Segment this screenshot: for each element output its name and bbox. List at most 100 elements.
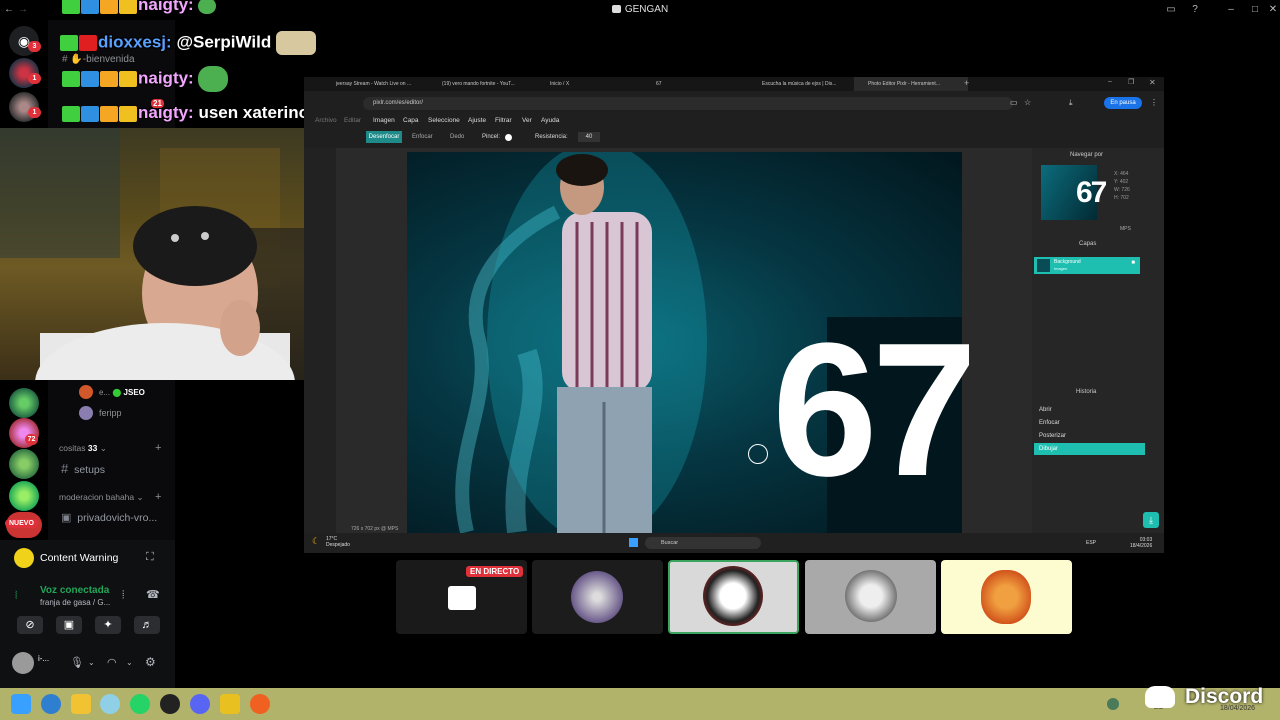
browser-tab[interactable]: Escucha la música de ejxs | Dis...	[748, 77, 862, 91]
zoom-value[interactable]: MPS	[1120, 226, 1131, 232]
menu-capa[interactable]: Capa	[403, 117, 419, 124]
kick-badge-icon	[62, 0, 80, 14]
history-item[interactable]: Posterizar	[1034, 430, 1145, 442]
whatsapp-icon[interactable]	[130, 694, 150, 714]
help-icon[interactable]: ?	[1188, 3, 1202, 17]
member-item[interactable]: e... ⬤ JSEO	[99, 388, 145, 397]
tray-icon[interactable]	[1107, 698, 1119, 710]
server-icon[interactable]	[9, 388, 39, 418]
member-item[interactable]: feripp	[99, 408, 122, 418]
add-channel-icon[interactable]: +	[155, 442, 161, 454]
browser-close-icon[interactable]: ✕	[1149, 78, 1156, 87]
kick-badge-icon	[62, 71, 80, 87]
chevron-down-icon[interactable]: ⌄	[88, 658, 95, 667]
close-icon[interactable]: ✕	[1266, 3, 1280, 17]
game-settings-icon[interactable]: ⛶	[146, 551, 154, 564]
headphones-icon[interactable]: ◠	[107, 656, 117, 669]
nav-w: W: 726	[1114, 187, 1130, 193]
discord-logo-icon	[1145, 686, 1175, 708]
menu-ayuda[interactable]: Ayuda	[541, 117, 559, 124]
chevron-down-icon: ⌄	[136, 492, 144, 502]
layer-type: Imagen	[1054, 266, 1068, 271]
microphone-icon[interactable]: 🎙	[70, 656, 84, 669]
screen-share-button[interactable]: ▣	[56, 616, 82, 634]
browser-tab[interactable]: jeersay Stream - Watch Live on ...	[322, 77, 436, 91]
inbox-icon[interactable]: ▭	[1164, 3, 1178, 17]
channel-privadovich[interactable]: ▣ privadovich-vro...	[61, 511, 157, 524]
activities-button[interactable]: ✦	[95, 616, 121, 634]
screen-icon[interactable]: ▭	[1010, 98, 1018, 107]
noise-icon[interactable]: ⦙	[122, 589, 124, 602]
tool-mode-desenfocar[interactable]: Desenfocar	[366, 131, 402, 143]
server-icon[interactable]	[9, 449, 39, 479]
app-icon[interactable]	[250, 694, 270, 714]
avatar[interactable]	[79, 385, 93, 399]
soundboard-button[interactable]: ♬	[134, 616, 160, 634]
tool-mode-dedo[interactable]: Dedo	[450, 134, 464, 140]
chevron-down-icon[interactable]: ⌄	[126, 658, 133, 667]
channel-setups[interactable]: # setups	[61, 461, 105, 476]
browser-icon[interactable]	[100, 694, 120, 714]
obs-icon[interactable]	[160, 694, 180, 714]
browser-minimize-icon[interactable]: –	[1108, 78, 1112, 85]
menu-imagen[interactable]: Imagen	[373, 117, 395, 124]
menu-archivo[interactable]: Archivo	[315, 117, 337, 124]
menu-dots-icon[interactable]: ⋮	[1150, 98, 1158, 107]
brush-label: Pincel:	[482, 134, 501, 140]
nav-x: X: 464	[1114, 171, 1129, 177]
start-icon[interactable]	[629, 538, 638, 547]
channel-bienvenida[interactable]: # ✋-bienvenida	[62, 54, 135, 65]
avatar[interactable]	[12, 652, 34, 674]
app-icon[interactable]	[220, 694, 240, 714]
menu-seleccione[interactable]: Seleccione	[428, 117, 460, 124]
layer-item[interactable]: Background Imagen ■	[1034, 257, 1140, 274]
gear-icon[interactable]: ⚙	[145, 655, 156, 669]
save-icon[interactable]: ⤓	[1143, 512, 1159, 528]
new-tab-icon[interactable]: +	[964, 78, 969, 88]
discord-taskbar-icon[interactable]	[190, 694, 210, 714]
weather-widget[interactable]: 17°C Despejado	[326, 536, 350, 548]
edge-icon[interactable]	[41, 694, 61, 714]
participant-tile[interactable]	[805, 560, 936, 634]
menu-ver[interactable]: Ver	[522, 117, 532, 124]
category-moderacion[interactable]: moderacion bahaha ⌄	[59, 492, 144, 503]
menu-ajuste[interactable]: Ajuste	[468, 117, 486, 124]
menu-editar[interactable]: Editar	[344, 117, 361, 124]
camera-off-button[interactable]: ⊘	[17, 616, 43, 634]
participant-tile-speaking[interactable]	[668, 560, 799, 634]
category-cositas[interactable]: cositas 33 ⌄	[59, 443, 107, 454]
username[interactable]: i-...	[38, 654, 49, 663]
browser-tab[interactable]: Inicio / X	[536, 77, 650, 91]
download-icon[interactable]: ⤓	[1069, 98, 1073, 108]
browser-tab[interactable]: 67	[642, 77, 756, 91]
voice-status[interactable]: Voz conectada	[40, 585, 109, 596]
lock-icon[interactable]: ■	[1131, 260, 1135, 266]
member-tag: JSEO	[123, 388, 145, 397]
tool-mode-enfocar[interactable]: Enfocar	[412, 134, 433, 140]
star-icon[interactable]: ☆	[1024, 98, 1031, 107]
browser-maximize-icon[interactable]: ❐	[1128, 78, 1134, 86]
browser-tab-active[interactable]: Photo Editor Pixlr - Herramient...	[854, 77, 968, 91]
history-item-active[interactable]: Dibujar	[1034, 443, 1145, 455]
browser-tab[interactable]: (19) vero mando fortnite - YouT...	[428, 77, 544, 91]
add-channel-icon[interactable]: +	[155, 491, 161, 503]
url-bar[interactable]: pixlr.com/es/editor/	[363, 97, 1013, 110]
pause-button[interactable]: En pausa	[1104, 97, 1142, 109]
history-item[interactable]: Abrir	[1034, 404, 1145, 416]
menu-filtrar[interactable]: Filtrar	[495, 117, 512, 124]
start-icon[interactable]	[11, 694, 31, 714]
participant-tile[interactable]	[941, 560, 1072, 634]
strength-input[interactable]: 40	[578, 132, 600, 142]
new-badge: NUEVO	[5, 519, 38, 528]
taskbar-search[interactable]: Buscar	[645, 537, 761, 549]
server-icon[interactable]	[9, 481, 39, 511]
file-explorer-icon[interactable]	[71, 694, 91, 714]
participant-tile[interactable]	[532, 560, 663, 634]
minimize-icon[interactable]: –	[1224, 3, 1238, 17]
maximize-icon[interactable]: □	[1248, 3, 1262, 17]
brush-preview-icon[interactable]	[505, 134, 512, 141]
voice-channel[interactable]: franja de gasa / G...	[40, 598, 110, 607]
disconnect-icon[interactable]: ☎	[146, 588, 160, 601]
avatar[interactable]	[79, 406, 93, 420]
history-item[interactable]: Enfocar	[1034, 417, 1145, 429]
